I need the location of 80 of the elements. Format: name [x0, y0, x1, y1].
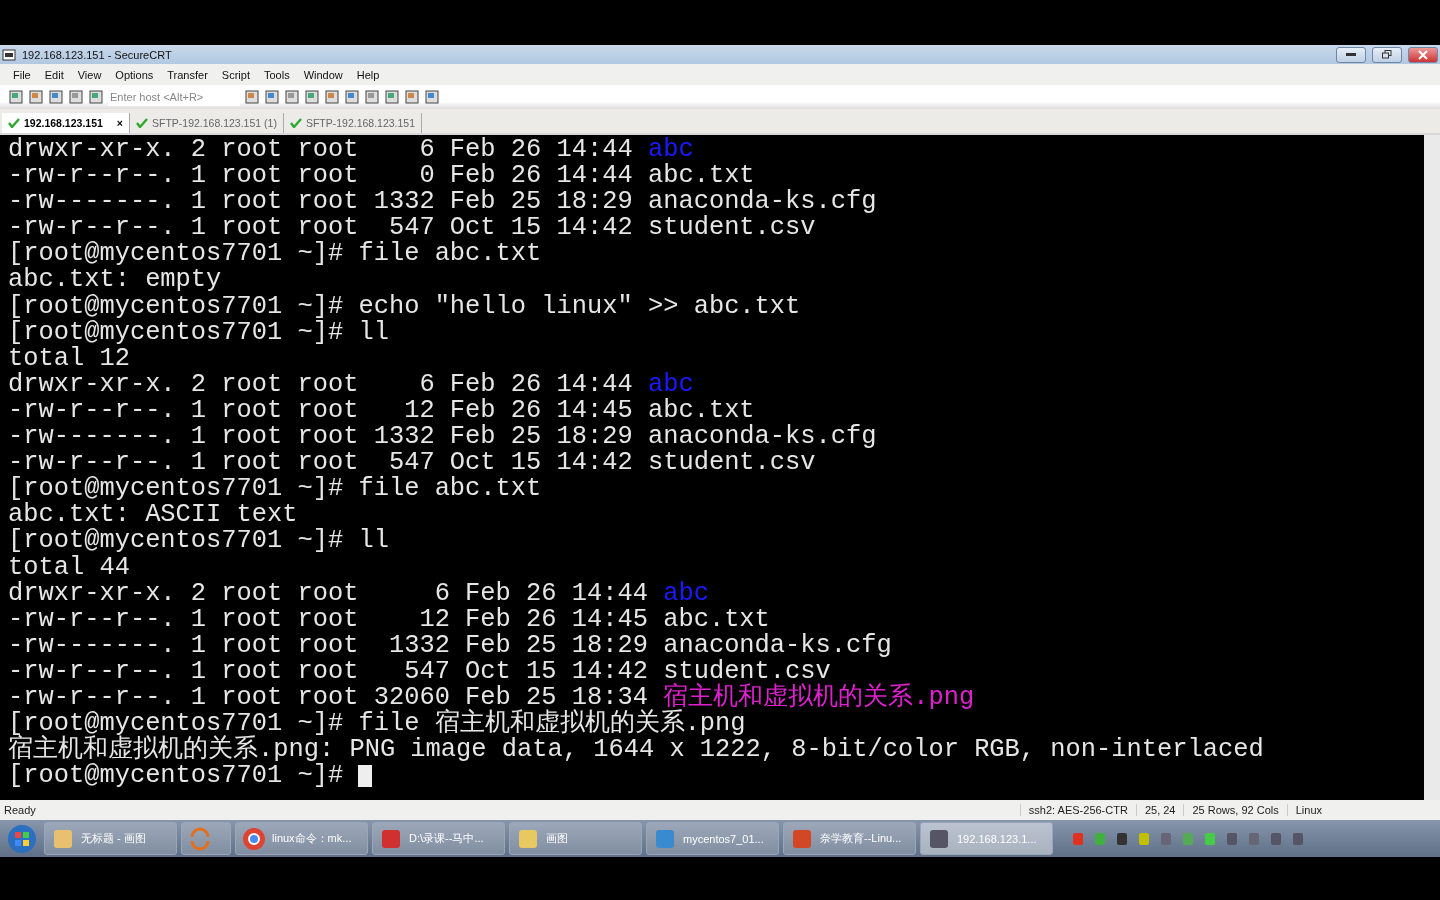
- terminal-text: -rw-------. 1 root root 1332 Feb 25 18:29 anaconda-ks.cfg: [8, 424, 877, 451]
- tray-icon[interactable]: [1225, 830, 1239, 847]
- session-tab[interactable]: SFTP-192.168.123.151: [283, 113, 423, 133]
- tray-icon[interactable]: [1115, 830, 1129, 847]
- terminal-text: total 12: [8, 345, 130, 372]
- directory-name: abc: [663, 580, 709, 607]
- status-text: Linux: [1286, 804, 1330, 816]
- check-icon: [135, 118, 148, 128]
- close-button[interactable]: [1408, 46, 1438, 63]
- menu-item[interactable]: Help: [349, 68, 387, 81]
- toolbar-icon[interactable]: [8, 89, 24, 105]
- check-icon: [8, 118, 20, 128]
- menu-item[interactable]: Edit: [37, 68, 71, 81]
- terminal-text: drwxr-xr-x. 2 root root 6 Feb 26 14:44: [8, 371, 634, 398]
- menu-item[interactable]: Transfer: [160, 68, 215, 81]
- terminal-text: abc.txt: empty: [8, 267, 222, 294]
- menu-item[interactable]: View: [70, 68, 109, 81]
- tray-icon[interactable]: [1159, 830, 1173, 847]
- toolbar-icon[interactable]: [324, 89, 340, 105]
- browser-icon: [242, 826, 266, 851]
- toolbar-icon[interactable]: [68, 89, 84, 105]
- terminal-text: [root@mycentos7701 ~]# echo "hello linux" >> abc.txt: [8, 293, 801, 320]
- terminal-text: 宿主机和虚拟机的关系.png: PNG image data, 1644 x 1222, 8-bit/color RGB, non-interlaced: [8, 737, 1264, 764]
- tray-icon[interactable]: [1269, 830, 1283, 847]
- terminal-text: -rw-r--r--. 1 root root 547 Oct 15 14:42 student.csv: [8, 215, 816, 242]
- status-text: ssh2: AES-256-CTR: [1019, 804, 1136, 816]
- window-title: 192.168.123.151 - SecureCRT: [22, 48, 173, 61]
- tray-icon[interactable]: [1247, 830, 1261, 847]
- terminal-text: drwxr-xr-x. 2 root root 6 Feb 26 14:44: [8, 137, 634, 164]
- terminal-text: -rw-r--r--. 1 root root 12 Feb 26 14:45 abc.txt: [8, 606, 770, 633]
- status-text: 25, 24: [1135, 804, 1184, 816]
- terminal-text: [root@mycentos7701 ~]# file abc.txt: [8, 476, 542, 503]
- menu-item[interactable]: Tools: [256, 68, 297, 81]
- terminal-text: abc.txt: ASCII text: [8, 502, 298, 529]
- toolbar-icon[interactable]: [304, 89, 320, 105]
- terminal-text: [root@mycentos7701 ~]# file abc.txt: [8, 241, 542, 268]
- terminal-text: drwxr-xr-x. 2 root root 6 Feb 26 14:44: [8, 580, 649, 607]
- terminal-text: [root@mycentos7701 ~]# ll: [8, 528, 389, 555]
- toolbar-icon[interactable]: [284, 89, 300, 105]
- directory-name: abc: [647, 371, 694, 398]
- toolbar-icon[interactable]: [28, 89, 44, 105]
- tab-close-button[interactable]: ×: [116, 117, 123, 129]
- toolbar-icon[interactable]: [244, 89, 260, 105]
- toolbar-icon[interactable]: [264, 89, 280, 105]
- restore-icon: [1382, 50, 1392, 59]
- toolbar-icon[interactable]: [344, 89, 360, 105]
- terminal-text: total 44: [8, 554, 130, 581]
- terminal-text: [root@mycentos7701 ~]#: [8, 763, 345, 790]
- toolbar-icon[interactable]: [404, 89, 420, 105]
- tray-icon[interactable]: [1137, 830, 1151, 847]
- terminal-text: -rw-r--r--. 1 root root 0 Feb 26 14:44 abc.txt: [8, 163, 755, 190]
- minimize-button[interactable]: [1336, 46, 1366, 63]
- terminal-text: -rw-------. 1 root root 1332 Feb 25 18:29 anaconda-ks.cfg: [8, 189, 877, 216]
- terminal-text: [root@mycentos7701 ~]# ll: [8, 319, 389, 346]
- toolbar-icon[interactable]: [88, 89, 104, 105]
- terminal-text: -rw-------. 1 root root 1332 Feb 25 18:29 anaconda-ks.cfg: [8, 632, 892, 659]
- check-icon: [289, 118, 302, 128]
- menu-item[interactable]: Script: [214, 68, 257, 81]
- status-text: Ready: [3, 804, 37, 816]
- tray-icon[interactable]: [1203, 830, 1217, 847]
- terminal-text: -rw-r--r--. 1 root root 12 Feb 26 14:45 abc.txt: [8, 397, 755, 425]
- minimize-icon: [1346, 52, 1356, 57]
- tray-icon[interactable]: [1291, 830, 1305, 847]
- app-icon: [2, 47, 16, 62]
- status-text: 25 Rows, 92 Cols: [1183, 804, 1287, 816]
- toolbar-icon[interactable]: [48, 89, 64, 105]
- toolbar-icon[interactable]: [364, 89, 380, 105]
- menu-item[interactable]: File: [6, 68, 38, 81]
- toolbar-icon[interactable]: [384, 89, 400, 105]
- session-tab[interactable]: 192.168.123.151 ×: [2, 113, 130, 133]
- menu-item[interactable]: Window: [296, 68, 350, 81]
- spinner-icon: [188, 826, 212, 851]
- restore-button[interactable]: [1372, 46, 1402, 63]
- session-tab[interactable]: SFTP-192.168.123.151 (1): [129, 113, 284, 133]
- toolbar-icon[interactable]: [424, 89, 440, 105]
- terminal-text: -rw-r--r--. 1 root root 547 Oct 15 14:42 student.csv: [8, 450, 816, 477]
- close-icon: [1418, 49, 1428, 60]
- menu-item[interactable]: Options: [108, 68, 161, 81]
- directory-name: abc: [647, 137, 694, 164]
- scrollbar[interactable]: [1424, 135, 1440, 800]
